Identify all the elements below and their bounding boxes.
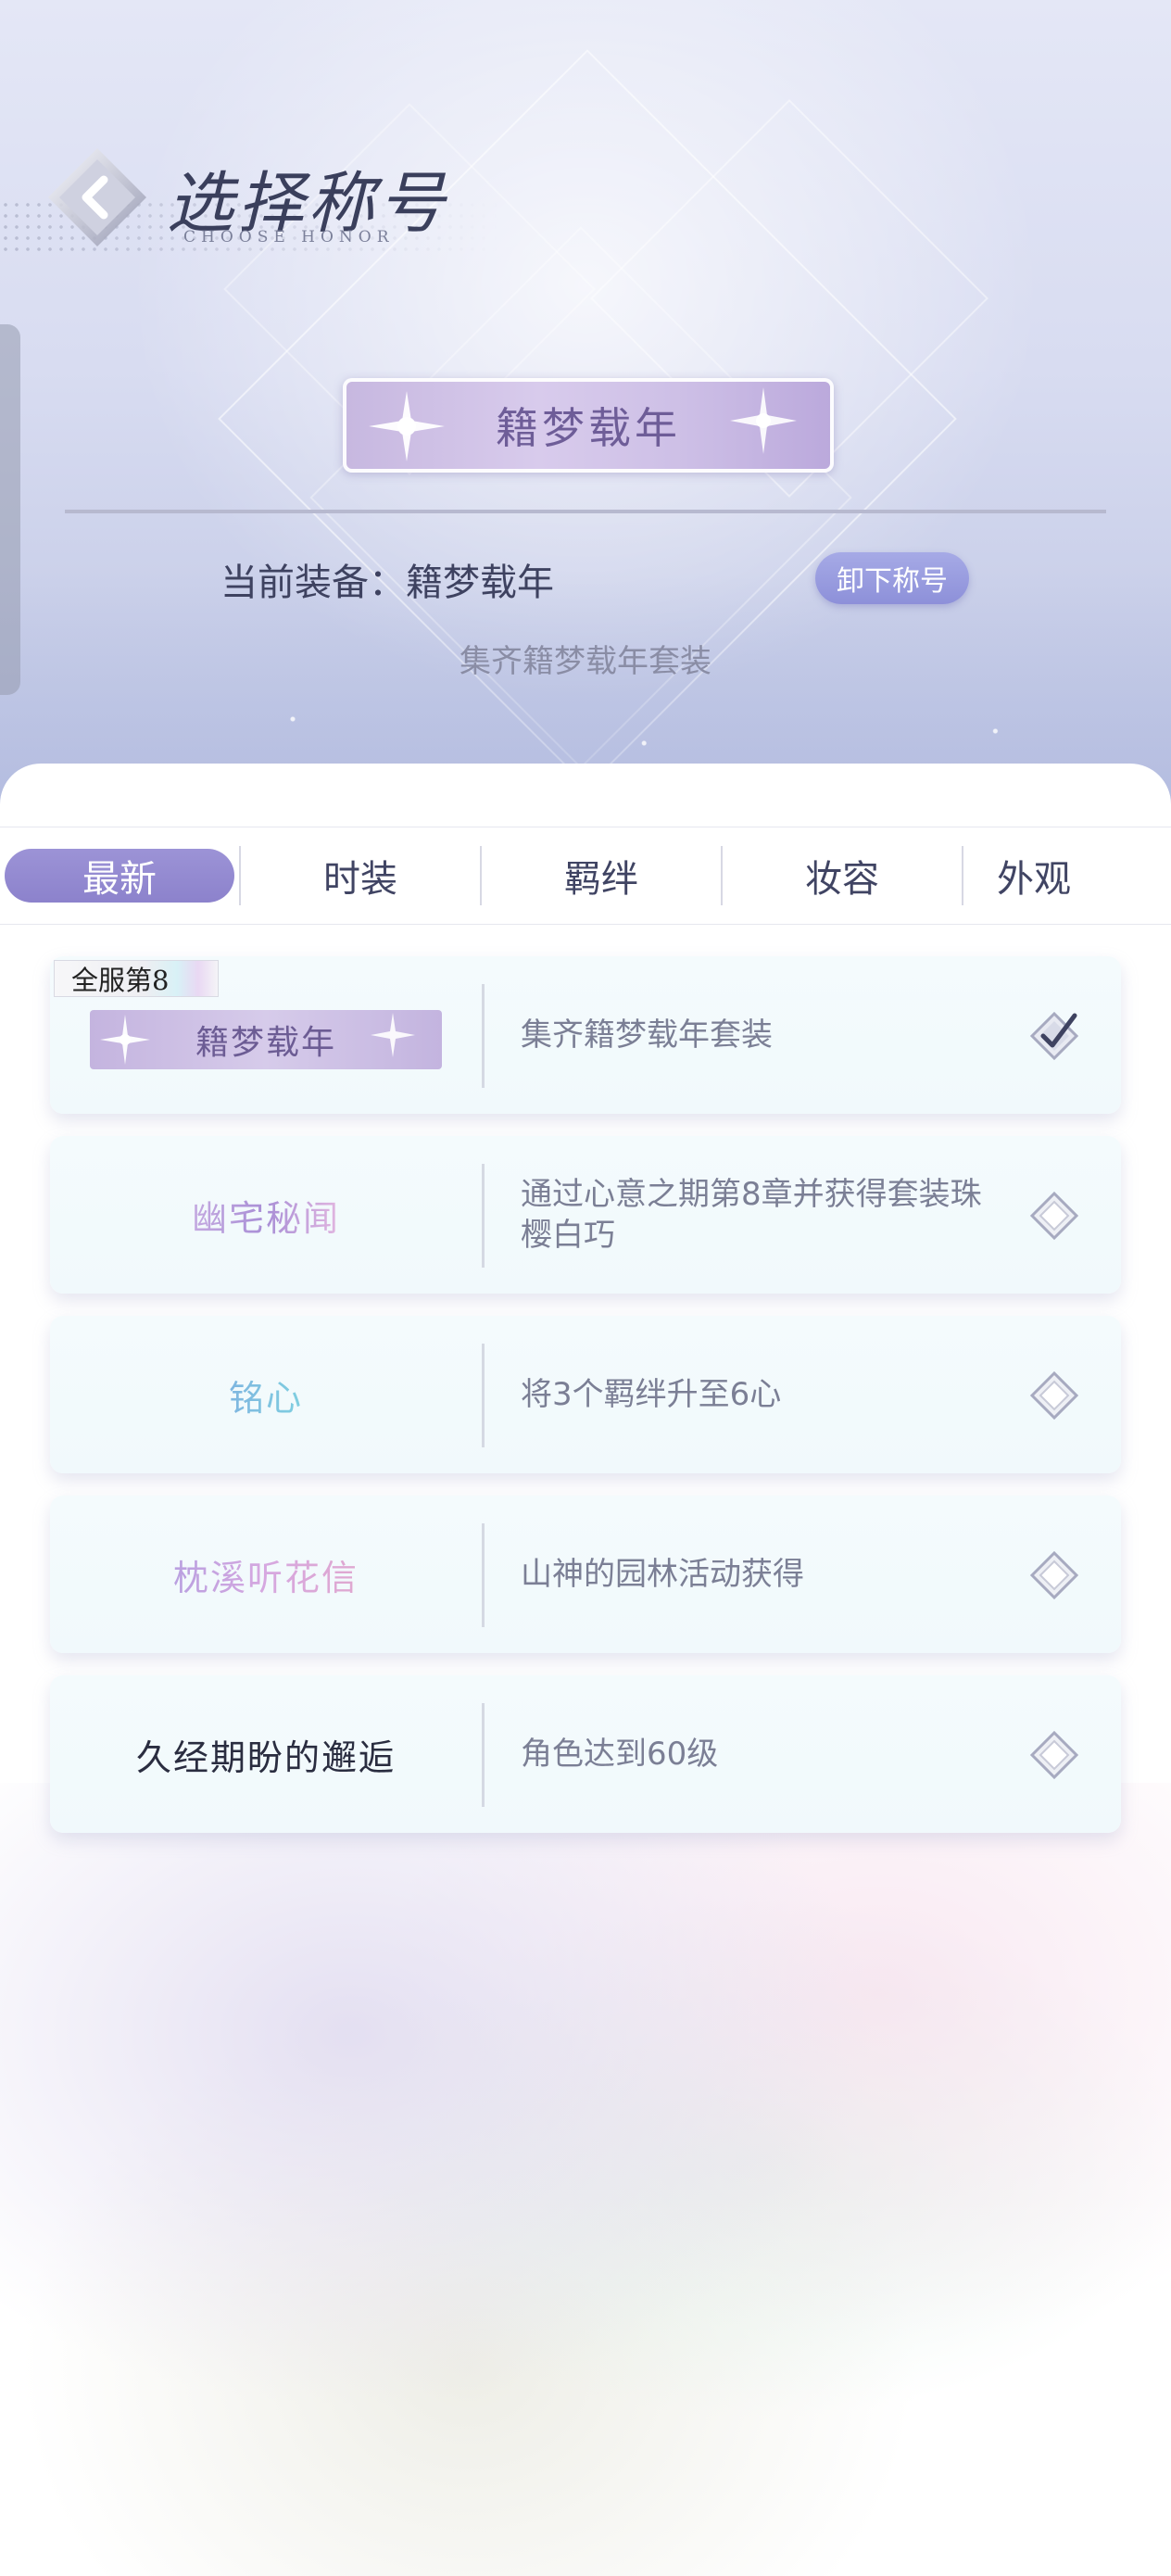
page-subtitle: CHOOSE HONOR [183, 228, 395, 246]
back-arrow-icon [48, 148, 146, 246]
sparkle-icon [371, 1013, 415, 1057]
unselected-diamond-icon [1029, 1370, 1079, 1421]
honor-name: 枕溪听花信 [173, 1549, 359, 1600]
tab-label: 外观 [997, 858, 1071, 901]
tab-label: 最新 [5, 849, 234, 903]
background-decoration [0, 1783, 1171, 2576]
honor-title-area: 籍梦载年 [50, 956, 482, 1114]
honor-title-area: 久经期盼的邂逅 [50, 1675, 482, 1833]
tab-label: 妆容 [805, 858, 879, 901]
tab-makeup[interactable]: 妆容 [723, 827, 962, 924]
unselected-diamond-icon [1029, 1730, 1079, 1780]
honor-title-area: 幽宅秘闻 [50, 1136, 482, 1294]
card-divider [482, 1523, 485, 1627]
honor-description: 集齐籍梦载年套装 [521, 1017, 773, 1054]
honor-name: 幽宅秘闻 [192, 1190, 340, 1241]
honor-description: 山神的园林活动获得 [521, 1556, 804, 1593]
honor-description: 将3个羁绊升至6心 [521, 1376, 782, 1413]
card-divider [482, 984, 485, 1088]
honor-card[interactable]: 铭心 将3个羁绊升至6心 [50, 1316, 1121, 1473]
honor-title-area: 枕溪听花信 [50, 1496, 482, 1653]
card-divider [482, 1703, 485, 1807]
current-honor-name: 籍梦载年 [496, 403, 681, 453]
unequip-honor-button[interactable]: 卸下称号 [815, 552, 969, 604]
unselected-diamond-icon [1029, 1191, 1079, 1241]
sparkle-icon [730, 387, 797, 454]
equipped-honor-label: 当前装备：籍梦载年 [220, 562, 554, 604]
honor-name: 铭心 [229, 1370, 303, 1421]
honor-title-area: 铭心 [50, 1316, 482, 1473]
honor-card[interactable]: 幽宅秘闻 通过心意之期第8章并获得套装珠樱白巧 [50, 1136, 1121, 1294]
tab-latest[interactable]: 最新 [0, 827, 239, 924]
tab-label: 羁绊 [564, 858, 638, 901]
card-divider [482, 1344, 485, 1447]
equipped-honor-description: 集齐籍梦载年套装 [460, 643, 711, 680]
back-button[interactable] [46, 146, 148, 248]
sparkle-icon [100, 1015, 150, 1065]
tab-label: 时装 [323, 858, 397, 901]
honor-name: 籍梦载年 [195, 1024, 336, 1062]
tab-fashion[interactable]: 时装 [241, 827, 480, 924]
honor-plate: 籍梦载年 [90, 1010, 442, 1069]
tab-appearance[interactable]: 外观 [963, 827, 1127, 924]
honor-description: 通过心意之期第8章并获得套装珠樱白巧 [521, 1176, 982, 1254]
honor-card[interactable]: 枕溪听花信 山神的园林活动获得 [50, 1496, 1121, 1653]
card-divider [482, 1164, 485, 1268]
honor-card[interactable]: 全服第8 籍梦载年 集齐籍梦载年套装 [50, 956, 1121, 1114]
category-tabs: 最新 时装 羁绊 妆容 外观 [0, 827, 1171, 925]
selected-check-icon [1029, 1011, 1079, 1061]
tab-bond[interactable]: 羁绊 [482, 827, 721, 924]
sparkle-icon [369, 391, 445, 461]
header-banner: 选择称号 CHOOSE HONOR 籍梦载年 当前装备：籍梦载年 卸下称号 集齐… [0, 0, 1171, 815]
honor-list: 全服第8 籍梦载年 集齐籍梦载年套装 幽宅秘闻 通过心意之期第8章并获得套装珠樱… [50, 956, 1121, 1855]
unselected-diamond-icon [1029, 1550, 1079, 1600]
current-honor-plate: 籍梦载年 [343, 378, 834, 473]
divider [65, 510, 1106, 513]
honor-description: 角色达到60级 [521, 1736, 719, 1773]
honor-card[interactable]: 久经期盼的邂逅 角色达到60级 [50, 1675, 1121, 1833]
honor-list-panel: 最新 时装 羁绊 妆容 外观 全服第8 籍梦载年 集齐籍梦载年套装 幽宅秘闻 通… [0, 764, 1171, 2576]
honor-name: 久经期盼的邂逅 [135, 1736, 396, 1778]
